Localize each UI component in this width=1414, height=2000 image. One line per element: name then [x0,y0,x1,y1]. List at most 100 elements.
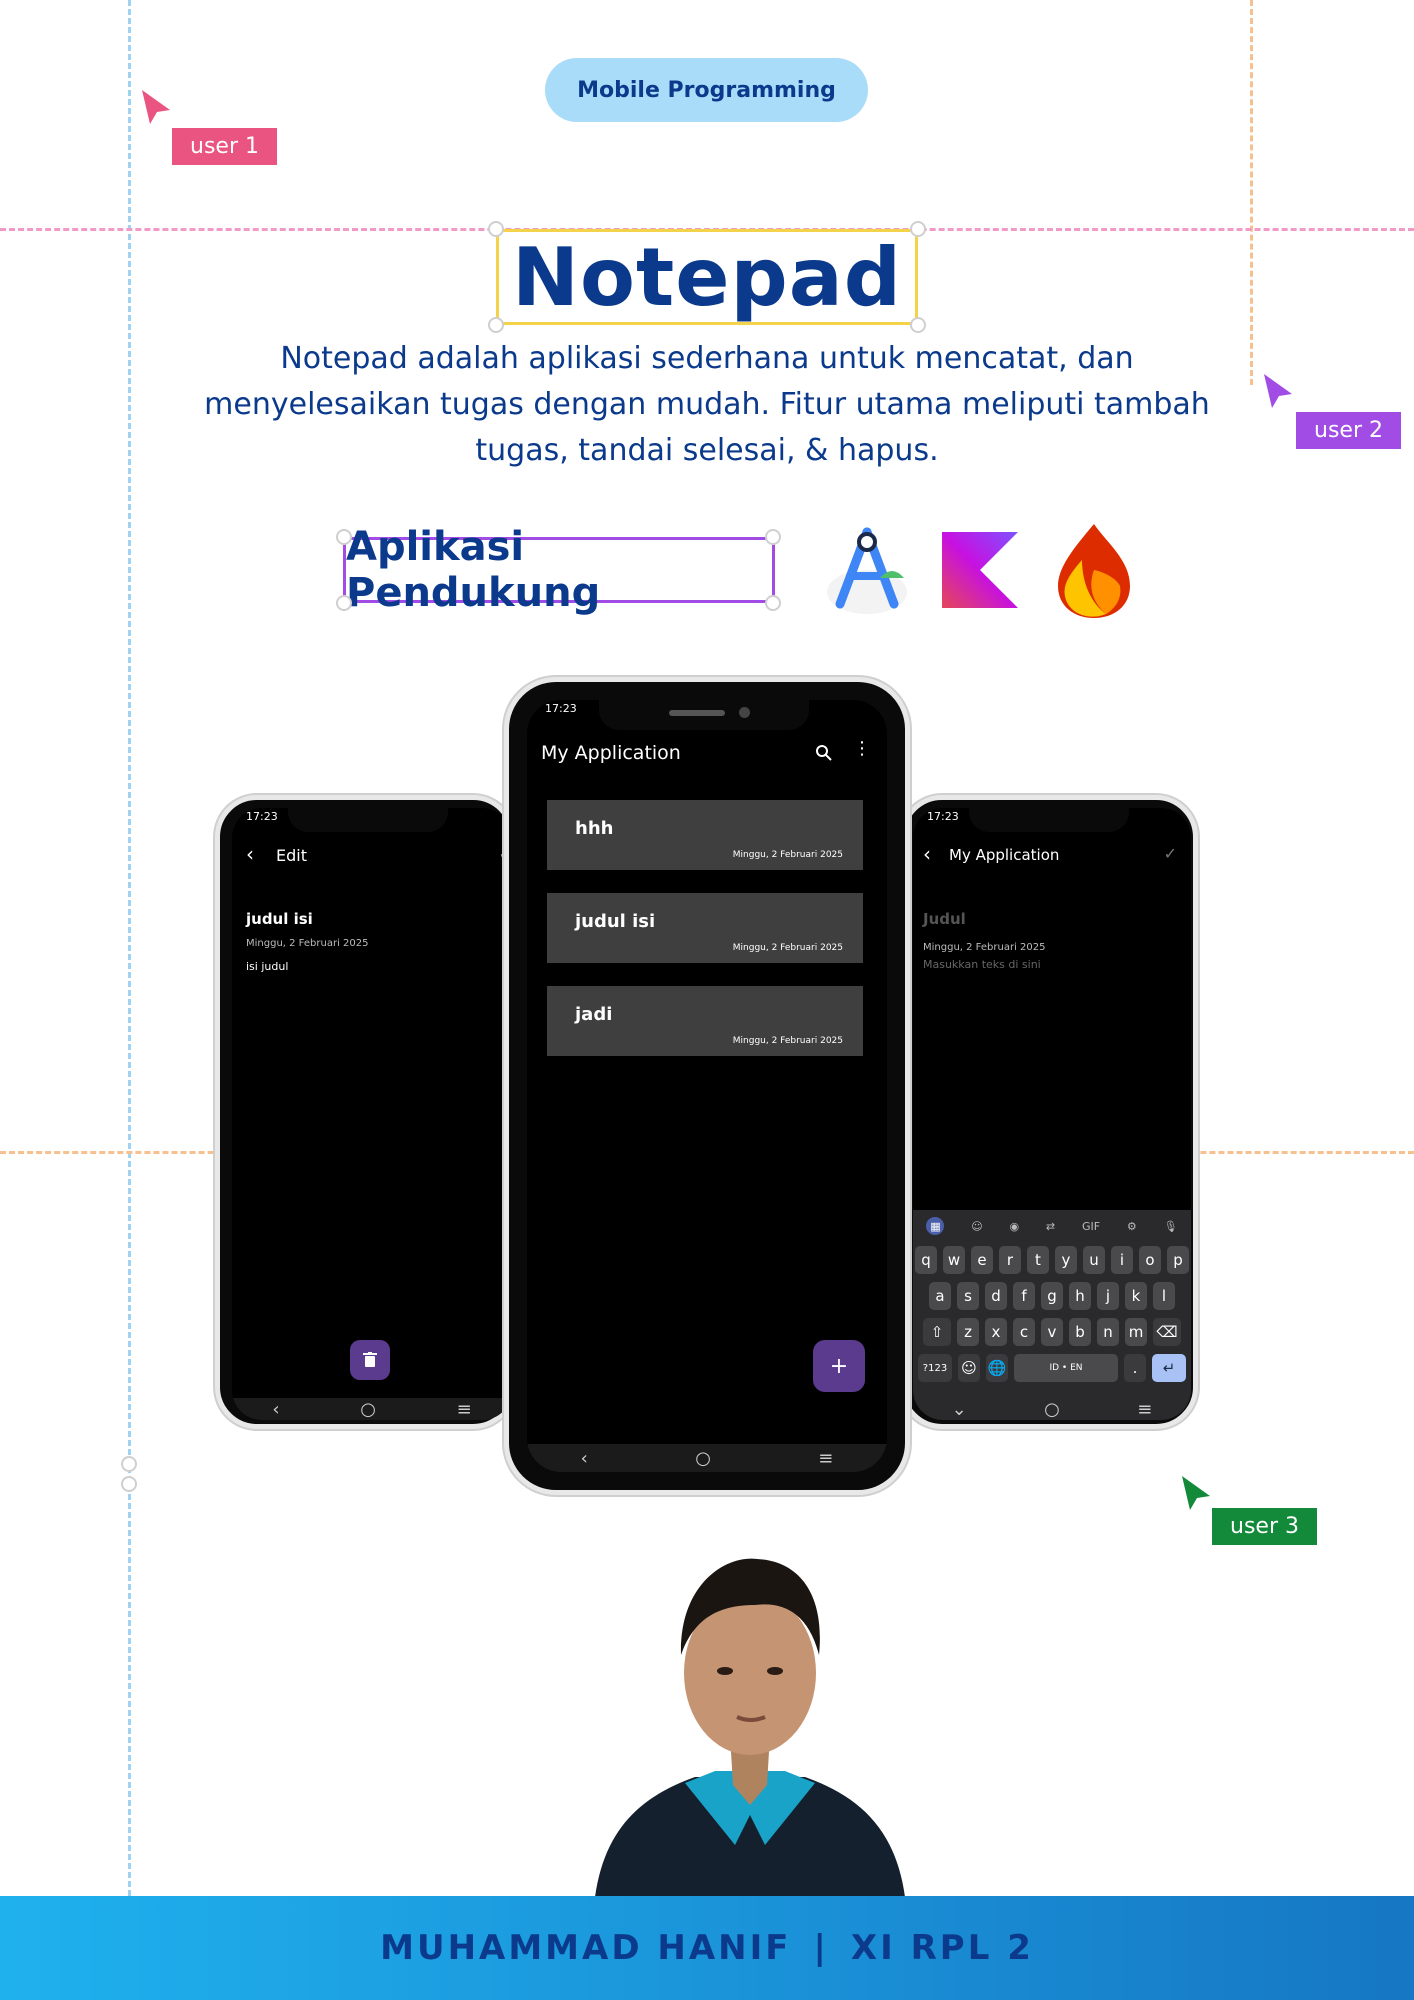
back-icon[interactable]: ‹ [923,842,931,866]
sticker-icon[interactable]: ☺ [971,1220,982,1233]
shift-key[interactable]: ⇧ [923,1318,951,1346]
hide-keyboard-icon[interactable]: ⌄ [952,1399,967,1420]
phone-notch [969,808,1129,832]
nav-back-icon[interactable]: ‹ [272,1399,279,1420]
title-frame: Notepad [496,229,918,325]
note-card[interactable]: jadi Minggu, 2 Februari 2025 [547,986,863,1056]
cursor-label-user3: user 3 [1212,1508,1317,1545]
keyboard-row-1: qwertyuiop [913,1246,1191,1274]
phone-notch [599,700,809,730]
nav-home-icon[interactable]: ○ [1044,1399,1060,1420]
language-key[interactable]: 🌐 [986,1354,1008,1382]
frame-handle [336,529,352,545]
firebase-icon [1058,524,1130,618]
trash-icon [363,1352,377,1367]
key-q[interactable]: q [915,1246,937,1274]
save-check-icon[interactable]: ✓ [1164,844,1177,863]
note-card[interactable]: judul isi Minggu, 2 Februari 2025 [547,893,863,963]
keyboard-toolbar: ▦ ☺ ◉ ⇄ GIF ⚙ 🎙 [913,1216,1191,1236]
theme-icon[interactable]: ◉ [1010,1220,1020,1233]
emoji-key[interactable]: ☺ [958,1354,980,1382]
key-c[interactable]: c [1013,1318,1035,1346]
mic-icon[interactable]: 🎙 [1164,1220,1178,1233]
frame-handle [336,595,352,611]
nav-recents-icon[interactable]: ≡ [457,1399,472,1420]
space-key[interactable]: ID • EN [1014,1354,1118,1382]
key-f[interactable]: f [1013,1282,1035,1310]
nav-home-icon[interactable]: ○ [360,1399,376,1420]
key-n[interactable]: n [1097,1318,1119,1346]
delete-button[interactable] [350,1340,390,1380]
key-b[interactable]: b [1069,1318,1091,1346]
note-card-date: Minggu, 2 Februari 2025 [732,943,843,953]
phone-right: 17:23 ‹ My Application ✓ Judul Minggu, 2… [900,795,1198,1429]
add-note-button[interactable]: + [813,1340,865,1392]
nav-recents-icon[interactable]: ≡ [1137,1399,1152,1420]
cursor-user1-icon [142,90,170,124]
guide-handle [121,1456,137,1472]
settings-icon[interactable]: ⚙ [1127,1220,1137,1233]
key-s[interactable]: s [957,1282,979,1310]
backspace-key[interactable]: ⌫ [1153,1318,1181,1346]
key-p[interactable]: p [1167,1246,1189,1274]
key-h[interactable]: h [1069,1282,1091,1310]
key-v[interactable]: v [1041,1318,1063,1346]
nav-back-icon[interactable]: ‹ [581,1448,588,1469]
speaker-grille [669,710,725,716]
phone-right-screen: 17:23 ‹ My Application ✓ Judul Minggu, 2… [913,808,1191,1420]
footer-bar: MUHAMMAD HANIF | XI RPL 2 [0,1896,1414,2000]
gif-icon[interactable]: GIF [1082,1220,1100,1233]
key-m[interactable]: m [1125,1318,1147,1346]
front-camera [739,707,750,718]
keyboard-nav: ⌄ ○ ≡ [913,1398,1191,1420]
key-r[interactable]: r [999,1246,1021,1274]
body-field[interactable]: Masukkan teks di sini [923,958,1041,971]
key-u[interactable]: u [1083,1246,1105,1274]
frame-handle [488,317,504,333]
page-title: Notepad [512,230,902,324]
translate-icon[interactable]: ⇄ [1046,1220,1055,1233]
key-d[interactable]: d [985,1282,1007,1310]
more-menu-icon[interactable]: ⋮ [853,740,871,758]
mobile-programming-badge: Mobile Programming [545,58,868,122]
nav-recents-icon[interactable]: ≡ [818,1448,833,1469]
nav-home-icon[interactable]: ○ [695,1448,711,1469]
phone-left-screen: 17:23 ‹ Edit ✓ judul isi Minggu, 2 Febru… [232,808,512,1420]
key-o[interactable]: o [1139,1246,1161,1274]
key-k[interactable]: k [1125,1282,1147,1310]
search-icon[interactable] [815,744,833,762]
student-name: MUHAMMAD HANIF [380,1928,792,1968]
key-y[interactable]: y [1055,1246,1077,1274]
key-w[interactable]: w [943,1246,965,1274]
note-card-date: Minggu, 2 Februari 2025 [732,850,843,860]
key-j[interactable]: j [1097,1282,1119,1310]
frame-handle [488,221,504,237]
cursor-user2-icon [1264,374,1292,408]
key-x[interactable]: x [985,1318,1007,1346]
appbar-title: Edit [276,846,307,865]
student-photo [595,1558,905,1897]
period-key[interactable]: . [1124,1354,1146,1382]
symbols-key[interactable]: ?123 [918,1354,952,1382]
key-e[interactable]: e [971,1246,993,1274]
guide-line-left [128,0,131,1896]
frame-handle [910,221,926,237]
cursor-label-user1: user 1 [172,128,277,165]
frame-handle [765,595,781,611]
nav-bar: ‹ ○ ≡ [232,1398,512,1420]
support-heading: Aplikasi Pendukung [346,524,601,616]
key-a[interactable]: a [929,1282,951,1310]
enter-key[interactable]: ↵ [1152,1354,1186,1382]
note-card[interactable]: hhh Minggu, 2 Februari 2025 [547,800,863,870]
key-t[interactable]: t [1027,1246,1049,1274]
cursor-user3-icon [1182,1476,1210,1510]
phone-left: 17:23 ‹ Edit ✓ judul isi Minggu, 2 Febru… [215,795,515,1429]
back-icon[interactable]: ‹ [246,842,254,866]
key-i[interactable]: i [1111,1246,1133,1274]
key-l[interactable]: l [1153,1282,1175,1310]
title-field[interactable]: Judul [923,910,966,928]
frame-handle [765,529,781,545]
apps-icon[interactable]: ▦ [926,1217,945,1235]
key-g[interactable]: g [1041,1282,1063,1310]
key-z[interactable]: z [957,1318,979,1346]
